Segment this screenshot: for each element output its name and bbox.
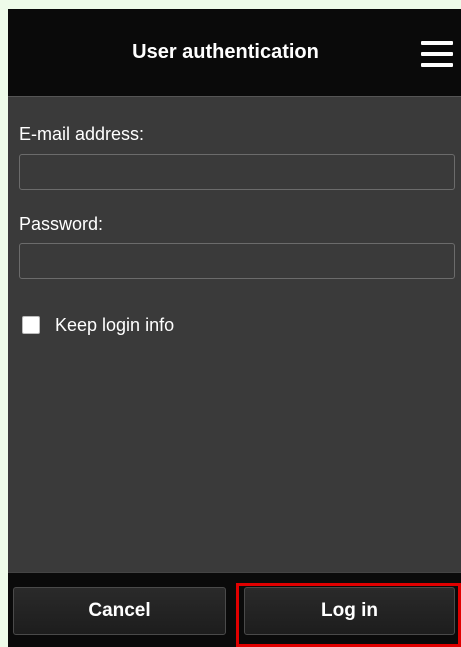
password-label: Password:: [19, 214, 104, 234]
page-title: User authentication: [132, 41, 319, 63]
menu-icon-line: [421, 52, 453, 56]
keep-login-label: Keep login info: [55, 314, 175, 335]
email-field[interactable]: [19, 154, 455, 190]
header-bar: User authentication: [8, 9, 461, 97]
login-button[interactable]: Log in: [244, 587, 455, 635]
authentication-screen: User authentication E-mail address: Pass…: [8, 9, 461, 647]
footer-bar: Cancel Log in: [8, 572, 461, 647]
keep-login-checkbox[interactable]: [22, 316, 40, 334]
password-field[interactable]: [19, 243, 455, 279]
menu-icon-line: [421, 41, 453, 45]
keep-login-row[interactable]: Keep login info: [22, 314, 174, 336]
email-label: E-mail address:: [19, 124, 145, 144]
hamburger-menu-icon[interactable]: [421, 41, 453, 67]
menu-icon-line: [421, 63, 453, 67]
cancel-button[interactable]: Cancel: [13, 587, 226, 635]
